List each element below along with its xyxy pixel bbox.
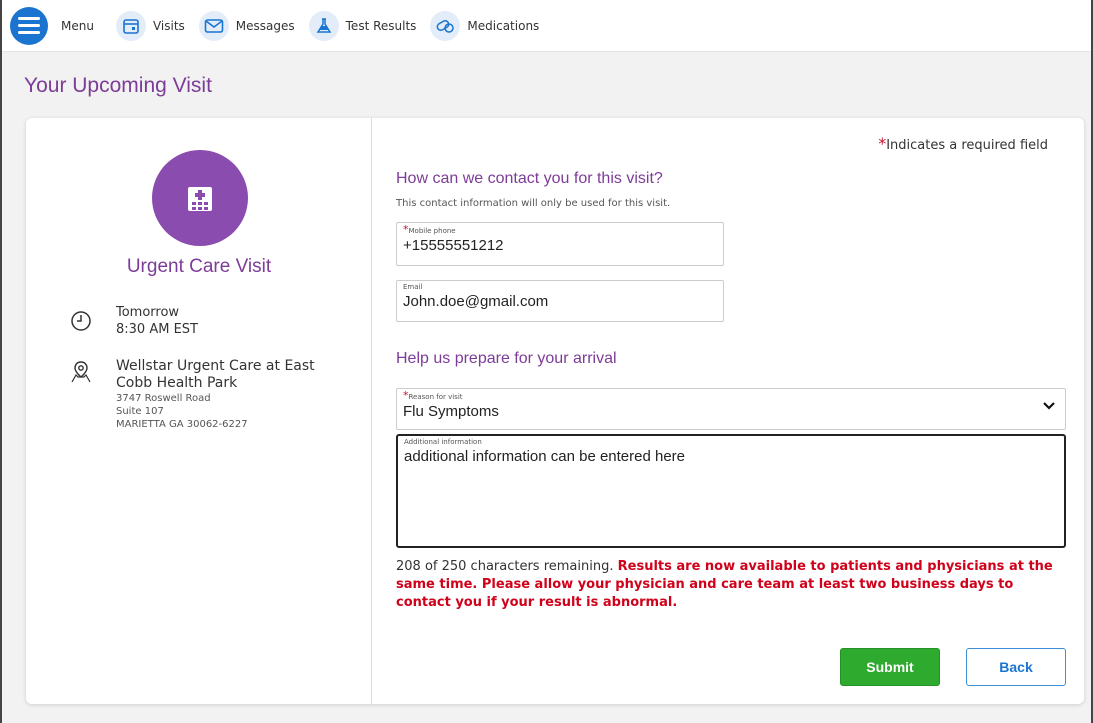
nav-label-visits: Visits — [152, 18, 185, 33]
menu-button[interactable]: Menu — [10, 6, 94, 45]
prepare-heading: Help us prepare for your arrival — [396, 350, 617, 367]
visit-time-row: Tomorrow 8:30 AM EST — [70, 304, 198, 338]
location-name: Wellstar Urgent Care at East Cobb Health… — [116, 358, 315, 391]
mobile-phone-value: +15555551212 — [403, 237, 504, 254]
address-line-3: MARIETTA GA 30062-6227 — [116, 419, 248, 430]
additional-info-value: additional information can be entered he… — [404, 448, 686, 465]
nav-item-test-results[interactable]: Test Results — [308, 10, 417, 41]
map-pin-icon — [71, 361, 91, 383]
reason-value: Flu Symptoms — [403, 403, 499, 420]
nav-item-medications[interactable]: Medications — [430, 10, 540, 41]
chevron-down-icon — [1043, 402, 1055, 410]
nav-label-medications: Medications — [467, 18, 540, 33]
additional-info-label: Additional information — [404, 438, 482, 446]
notice-message: 208 of 250 characters remaining. Results… — [396, 558, 1056, 612]
nav-label-messages: Messages — [235, 18, 295, 33]
address-line-1: 3747 Roswell Road — [116, 393, 211, 404]
character-counter: 208 of 250 characters remaining. — [396, 559, 614, 574]
nav-item-messages[interactable]: Messages — [198, 10, 295, 41]
nav-item-visits[interactable]: Visits — [115, 10, 185, 41]
mobile-phone-field[interactable]: *Mobile phone +15555551212 — [396, 222, 724, 266]
email-field[interactable]: Email John.doe@gmail.com — [396, 280, 724, 322]
additional-info-textarea[interactable]: Additional information additional inform… — [396, 434, 1066, 548]
hamburger-icon — [10, 6, 48, 45]
envelope-icon — [198, 10, 229, 41]
address-line-2: Suite 107 — [116, 406, 164, 417]
pill-icon — [430, 10, 461, 41]
reason-for-visit-select[interactable]: *Reason for visit Flu Symptoms — [396, 388, 1066, 430]
hospital-icon — [152, 150, 248, 246]
top-nav-bar: Menu Visits Messages Test Results Medica… — [2, 0, 1091, 52]
clock-icon — [71, 311, 91, 331]
mobile-phone-label: Mobile phone — [408, 227, 456, 235]
contact-heading: How can we contact you for this visit? — [396, 170, 663, 187]
visit-type-title: Urgent Care Visit — [126, 256, 272, 277]
visit-location-row: Wellstar Urgent Care at East Cobb Health… — [70, 358, 346, 431]
nav-label-test-results: Test Results — [345, 18, 417, 33]
back-button[interactable]: Back — [966, 648, 1066, 686]
flask-icon — [308, 10, 339, 41]
submit-button[interactable]: Submit — [840, 648, 940, 686]
required-note: *Indicates a required field — [878, 134, 1048, 153]
visit-time: 8:30 AM EST — [116, 322, 198, 337]
page-title: Your Upcoming Visit — [24, 74, 212, 97]
menu-label: Menu — [61, 18, 94, 33]
reason-label: Reason for visit — [408, 393, 463, 401]
calendar-icon — [115, 10, 146, 41]
required-star: * — [878, 134, 887, 153]
visit-card: Urgent Care Visit Tomorrow 8:30 AM EST W… — [26, 118, 1084, 704]
contact-form: *Indicates a required field How can we c… — [396, 118, 1066, 704]
visit-day: Tomorrow — [116, 305, 180, 320]
email-value: John.doe@gmail.com — [403, 293, 549, 310]
contact-note: This contact information will only be us… — [396, 198, 671, 209]
visit-summary-panel: Urgent Care Visit Tomorrow 8:30 AM EST W… — [26, 118, 372, 704]
email-label: Email — [403, 283, 423, 291]
